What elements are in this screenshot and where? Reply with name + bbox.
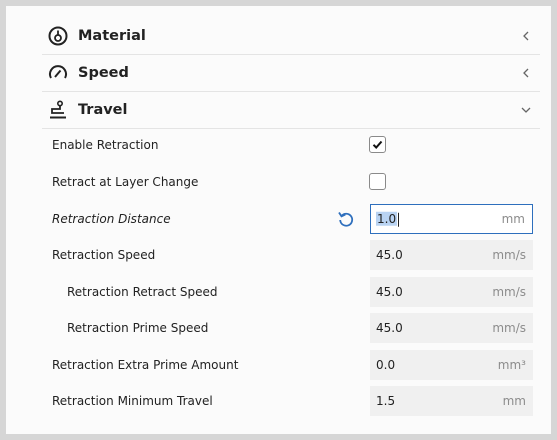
setting-label: Retraction Speed bbox=[52, 248, 156, 262]
section-material[interactable]: Material bbox=[42, 18, 540, 55]
setting-extra-prime: Retraction Extra Prime Amount 0.0 mm³ bbox=[6, 347, 551, 383]
setting-label: Retraction Minimum Travel bbox=[52, 394, 213, 408]
field-value: 1.0 bbox=[376, 211, 398, 226]
prime-speed-input[interactable]: 45.0 mm/s bbox=[370, 313, 533, 343]
chevron-left-icon[interactable] bbox=[520, 67, 532, 79]
section-speed[interactable]: Speed bbox=[42, 55, 540, 92]
retraction-speed-input[interactable]: 45.0 mm/s bbox=[370, 240, 533, 270]
material-icon bbox=[48, 26, 68, 46]
chevron-down-icon[interactable] bbox=[520, 104, 532, 116]
retraction-distance-input[interactable]: 1.0 mm bbox=[370, 204, 533, 234]
reset-icon[interactable] bbox=[337, 210, 355, 228]
field-value: 45.0 bbox=[376, 248, 403, 262]
field-unit: mm/s bbox=[492, 321, 526, 335]
check-icon bbox=[372, 140, 383, 149]
setting-retract-layer-change: Retract at Layer Change bbox=[6, 164, 551, 200]
setting-label: Retraction Prime Speed bbox=[67, 321, 209, 335]
chevron-left-icon[interactable] bbox=[520, 30, 532, 42]
settings-panel: Material Speed Travel Enable Retraction bbox=[6, 6, 551, 434]
section-speed-label: Speed bbox=[78, 65, 129, 81]
setting-label: Retraction Extra Prime Amount bbox=[52, 358, 239, 372]
section-travel[interactable]: Travel bbox=[42, 92, 540, 129]
setting-prime-speed: Retraction Prime Speed 45.0 mm/s bbox=[6, 310, 551, 346]
field-unit: mm/s bbox=[492, 248, 526, 262]
setting-label: Enable Retraction bbox=[52, 138, 159, 152]
retract-layer-change-checkbox[interactable] bbox=[369, 173, 386, 190]
setting-label: Retract at Layer Change bbox=[52, 175, 199, 189]
min-travel-input[interactable]: 1.5 mm bbox=[370, 386, 533, 416]
setting-retraction-speed: Retraction Speed 45.0 mm/s bbox=[6, 237, 551, 273]
field-unit: mm³ bbox=[497, 358, 526, 372]
field-unit: mm/s bbox=[492, 285, 526, 299]
field-value: 45.0 bbox=[376, 285, 403, 299]
field-value: 45.0 bbox=[376, 321, 403, 335]
enable-retraction-checkbox[interactable] bbox=[369, 136, 386, 153]
setting-enable-retraction: Enable Retraction bbox=[6, 127, 551, 163]
section-material-label: Material bbox=[78, 28, 146, 44]
setting-label: Retraction Distance bbox=[52, 212, 171, 226]
setting-retraction-distance: Retraction Distance 1.0 mm bbox=[6, 201, 551, 237]
section-travel-label: Travel bbox=[78, 102, 128, 118]
field-unit: mm bbox=[501, 212, 525, 226]
field-value: 1.5 bbox=[376, 394, 396, 408]
setting-min-travel: Retraction Minimum Travel 1.5 mm bbox=[6, 383, 551, 419]
setting-label: Retraction Retract Speed bbox=[67, 285, 218, 299]
field-unit: mm bbox=[502, 394, 526, 408]
setting-retract-speed: Retraction Retract Speed 45.0 mm/s bbox=[6, 274, 551, 310]
retract-speed-input[interactable]: 45.0 mm/s bbox=[370, 277, 533, 307]
text-caret bbox=[398, 212, 400, 227]
extra-prime-input[interactable]: 0.0 mm³ bbox=[370, 350, 533, 380]
field-value: 0.0 bbox=[376, 358, 396, 372]
travel-icon bbox=[50, 100, 66, 119]
speedometer-icon bbox=[49, 65, 67, 79]
